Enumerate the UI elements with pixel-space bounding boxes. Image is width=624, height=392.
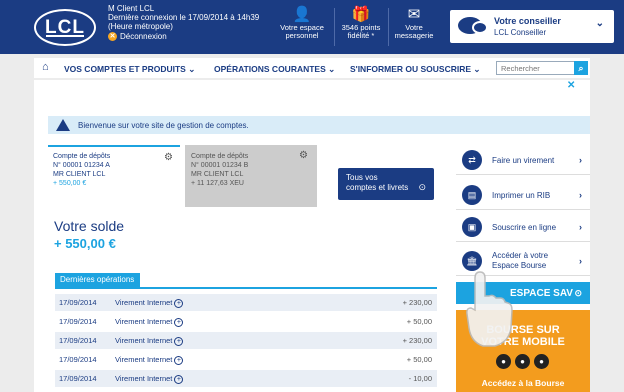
advisor-dropdown[interactable]: Votre conseiller LCL Conseiller ⌄ bbox=[450, 10, 614, 43]
messaging-button[interactable]: ✉ Votre messagerie bbox=[392, 6, 436, 40]
chevron-right-icon: › bbox=[579, 155, 582, 165]
gift-icon: 🎁 bbox=[351, 6, 371, 23]
nav-inform-subscribe[interactable]: S'INFORMER OU SOUSCRIRE ⌄ bbox=[350, 64, 481, 75]
welcome-banner: Bienvenue sur votre site de gestion de c… bbox=[48, 116, 590, 134]
lcl-logo[interactable]: LCL bbox=[34, 9, 96, 46]
android-icon: ● bbox=[515, 354, 530, 369]
print-rib-button[interactable]: ▤ Imprimer un RIB › bbox=[456, 180, 590, 210]
account-tab-2[interactable]: Compte de dépôts N° 00001 01234 B MR CLI… bbox=[185, 145, 317, 207]
blackberry-icon: ● bbox=[534, 354, 549, 369]
logout-link[interactable]: ✕ Déconnexion bbox=[108, 32, 259, 41]
apple-icon: ● bbox=[496, 354, 511, 369]
plus-circle-icon[interactable]: + bbox=[174, 336, 184, 346]
last-login: Dernière connexion le 17/09/2014 à 14h39 bbox=[108, 13, 260, 22]
warning-icon bbox=[56, 119, 70, 131]
plus-circle-icon[interactable]: + bbox=[174, 374, 184, 384]
document-icon: ▤ bbox=[462, 185, 482, 205]
top-bar: LCL M Client LCL Dernière connexion le 1… bbox=[0, 0, 624, 54]
arrow-circle-icon: ⊙ bbox=[574, 288, 582, 298]
search-input[interactable] bbox=[497, 62, 573, 74]
search-box: ⌕ bbox=[496, 61, 588, 75]
bank-icon: 🏛 bbox=[462, 251, 482, 271]
timezone: (Heure métropole) bbox=[108, 22, 173, 31]
all-accounts-button[interactable]: Tous vos comptes et livrets ⊙ bbox=[338, 168, 434, 200]
home-icon[interactable]: ⌂ bbox=[42, 61, 49, 73]
transfer-icon: ⇄ bbox=[462, 150, 482, 170]
loyalty-points-button[interactable]: 🎁 3546 points fidélité * bbox=[338, 6, 384, 40]
nav-current-operations[interactable]: OPÉRATIONS COURANTES ⌄ bbox=[214, 64, 335, 75]
user-icon: 👤 bbox=[292, 6, 312, 23]
table-row[interactable]: 17/09/2014 Virement Internet + + 50,00 bbox=[55, 351, 437, 368]
arrow-circle-icon: ⊙ bbox=[418, 182, 426, 192]
table-row[interactable]: 17/09/2014 Virement Internet + + 230,00 bbox=[55, 332, 437, 349]
chevron-right-icon: › bbox=[579, 190, 582, 200]
nav-accounts-products[interactable]: VOS COMPTES ET PRODUITS ⌄ bbox=[64, 64, 195, 75]
transfer-button[interactable]: ⇄ Faire un virement › bbox=[456, 145, 590, 175]
chevron-right-icon: › bbox=[579, 222, 582, 232]
chevron-right-icon: › bbox=[579, 256, 582, 266]
close-icon[interactable]: ✕ bbox=[567, 80, 575, 91]
chevron-down-icon: ⌄ bbox=[595, 18, 604, 29]
pointer-hand-icon bbox=[466, 271, 513, 347]
user-info: M Client LCL Dernière connexion le 17/09… bbox=[108, 4, 259, 41]
user-name: M Client LCL bbox=[108, 4, 155, 13]
main-navbar: ⌂ VOS COMPTES ET PRODUITS ⌄ OPÉRATIONS C… bbox=[34, 58, 590, 78]
last-operations-tab[interactable]: Dernières opérations bbox=[55, 273, 140, 287]
table-row[interactable]: 17/09/2014 Virement Internet + + 50,00 bbox=[55, 313, 437, 330]
gear-icon[interactable]: ⚙ bbox=[299, 151, 308, 161]
gear-icon[interactable]: ⚙ bbox=[164, 153, 173, 163]
table-row[interactable]: 17/09/2014 Virement Internet + + 230,00 bbox=[55, 294, 437, 311]
table-row[interactable]: 17/09/2014 Virement Internet + - 10,00 bbox=[55, 370, 437, 387]
subscribe-online-button[interactable]: ▣ Souscrire en ligne › bbox=[456, 212, 590, 242]
personal-space-button[interactable]: 👤 Votre espace personnel bbox=[274, 6, 330, 40]
balance-value: + 550,00 € bbox=[54, 236, 116, 251]
subscribe-icon: ▣ bbox=[462, 217, 482, 237]
plus-circle-icon[interactable]: + bbox=[174, 355, 184, 365]
plus-circle-icon[interactable]: + bbox=[174, 317, 184, 327]
close-circle-icon: ✕ bbox=[108, 32, 117, 41]
balance-label: Votre solde bbox=[54, 218, 125, 234]
search-icon[interactable]: ⌕ bbox=[574, 61, 588, 75]
mail-icon: ✉ bbox=[407, 6, 421, 23]
account-tab-1[interactable]: Compte de dépôts N° 00001 01234 A MR CLI… bbox=[48, 145, 180, 207]
plus-circle-icon[interactable]: + bbox=[174, 298, 184, 308]
